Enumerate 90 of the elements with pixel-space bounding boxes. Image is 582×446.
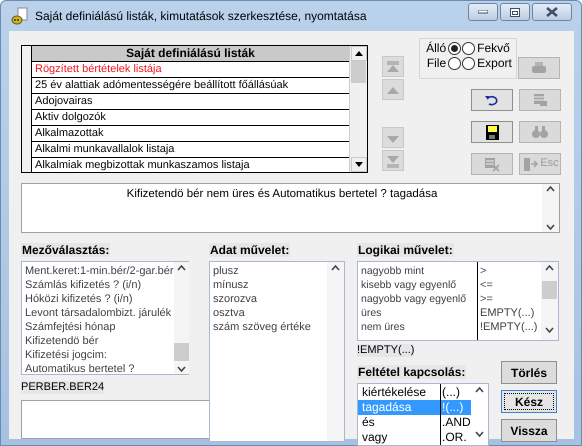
- scroll-thumb[interactable]: [174, 343, 189, 362]
- scroll-up-icon[interactable]: [545, 265, 554, 272]
- option-label: File: [426, 56, 446, 71]
- list-row[interactable]: Rögzített bértételek listája: [32, 62, 349, 78]
- list-item[interactable]: kisebb vagy egyenlő: [361, 278, 477, 292]
- double-triangle-icon: [385, 60, 401, 74]
- list-item[interactable]: Levont társadalombizt. járulék: [25, 306, 174, 320]
- scroll-down-icon[interactable]: [546, 224, 555, 230]
- triangle-down-icon: [354, 162, 362, 167]
- list-cell-text: !EMPTY(...): [480, 320, 538, 334]
- table-icon: [531, 92, 549, 108]
- minimize-button[interactable]: [468, 3, 498, 21]
- action-button[interactable]: Vissza: [501, 419, 557, 442]
- minimize-icon: [478, 10, 488, 14]
- list-item[interactable]: nagyobb vagy egyenlő: [361, 292, 477, 306]
- input-field[interactable]: [21, 400, 210, 440]
- column-header: Saját definiálású listák: [32, 46, 349, 62]
- app-icon: [11, 7, 29, 25]
- expression-text: Kifizetendö bér nem üres és Automatikus bertetel ? tagadása: [126, 187, 438, 202]
- triangle-up-icon: [354, 51, 362, 56]
- maximize-icon: [510, 8, 520, 16]
- list-item[interactable]: osztva: [213, 306, 327, 320]
- list-row[interactable]: Alkalmazottak: [32, 126, 349, 142]
- field-select-label: Mezőválasztás:: [21, 243, 110, 257]
- operation-value: !EMPTY(...): [357, 344, 414, 358]
- binoculars-icon: [531, 124, 549, 140]
- delete-icon: [483, 156, 501, 172]
- condition-link-label: Feltétel kapcsolás:: [357, 365, 466, 380]
- scroll-down-icon[interactable]: [475, 430, 484, 437]
- radio-button[interactable]: [448, 42, 462, 55]
- list-cell: !(...): [441, 400, 471, 415]
- list-item[interactable]: Automatikus bertetel ?: [25, 362, 174, 376]
- action-button[interactable]: Törlés: [501, 361, 557, 384]
- list-item[interactable]: Számfejtési hónap: [25, 320, 174, 334]
- list-item[interactable]: plusz: [213, 264, 327, 278]
- scroll-thumb[interactable]: [350, 61, 366, 83]
- scroll-up-icon[interactable]: [331, 265, 340, 272]
- list-item[interactable]: Kifizetési jogcim:: [25, 348, 174, 362]
- scroll-down-button[interactable]: [350, 157, 366, 172]
- scrollbar[interactable]: [349, 46, 367, 172]
- list-item[interactable]: Kifizetendö bér: [25, 334, 174, 348]
- undo-button[interactable]: [471, 89, 513, 111]
- list-item[interactable]: vagy: [358, 430, 440, 445]
- option-label: Álló: [426, 41, 446, 56]
- list-cell-text: <=: [480, 278, 494, 292]
- logical-operation-label: Logikai művelet:: [357, 243, 454, 257]
- list-item[interactable]: nem üres: [361, 320, 477, 334]
- door-icon: [521, 156, 540, 172]
- double-triangle-icon: [385, 154, 401, 168]
- option-label: Export: [477, 56, 512, 71]
- list-cell: .AND: [441, 414, 471, 430]
- list-row[interactable]: 25 év alattiak adómentességére beállított főállásúak: [32, 78, 349, 94]
- option-label: Fekvő: [477, 41, 510, 56]
- radio-button[interactable]: [448, 57, 462, 70]
- scroll-up-icon[interactable]: [176, 265, 186, 272]
- scroll-down-icon[interactable]: [176, 366, 186, 372]
- scroll-up-icon[interactable]: [546, 186, 555, 192]
- scroll-down-icon[interactable]: [545, 327, 554, 334]
- list-cell-text: >=: [480, 292, 494, 306]
- list-row[interactable]: Adojovairas: [32, 94, 349, 110]
- data-operation-label: Adat művelet:: [209, 243, 290, 257]
- list-row[interactable]: Aktiv dolgozók: [32, 110, 349, 126]
- list-row[interactable]: Alkalmi munkavallalok listaja: [32, 142, 349, 158]
- list-item[interactable]: mínusz: [213, 278, 327, 292]
- list-cell-text: >: [480, 264, 488, 278]
- list-item[interactable]: szorozva: [213, 292, 327, 306]
- close-button[interactable]: [532, 3, 572, 21]
- save-button[interactable]: [471, 121, 513, 143]
- list-item[interactable]: szám szöveg értéke: [213, 320, 327, 334]
- field-name: PERBER.BER24: [21, 381, 104, 394]
- list-cell-text: .OR.: [441, 430, 468, 445]
- list-cell-text: (...): [441, 384, 461, 400]
- list-item[interactable]: Ment.keret:1-min.bér/2-gar.bér: [25, 264, 174, 278]
- list-item[interactable]: Számlás kifizetés ? (i/n): [25, 278, 174, 292]
- list-item[interactable]: nagyobb mint: [361, 264, 477, 278]
- radio-button[interactable]: [462, 42, 476, 55]
- maximize-button[interactable]: [500, 3, 530, 21]
- window-title: Saját definiálású listák, kimutatások szerkesztése, nyomtatása: [35, 8, 366, 24]
- scroll-up-button[interactable]: [350, 46, 366, 61]
- list-item[interactable]: és: [358, 414, 440, 430]
- list-item[interactable]: kiértékelése: [358, 384, 440, 400]
- list-cell-text: EMPTY(...): [480, 306, 536, 320]
- scroll-thumb[interactable]: [542, 281, 557, 300]
- close-icon: [546, 7, 558, 17]
- scroll-up-icon[interactable]: [475, 386, 484, 393]
- action-button[interactable]: Kész: [501, 390, 557, 414]
- list-item[interactable]: üres: [361, 306, 477, 320]
- list-item[interactable]: Hóközi kifizetés ? (i/n): [25, 292, 174, 306]
- list-row[interactable]: Alkalmiak megbizottak munkaszamos listaja: [32, 158, 349, 174]
- radio-button[interactable]: [462, 57, 476, 70]
